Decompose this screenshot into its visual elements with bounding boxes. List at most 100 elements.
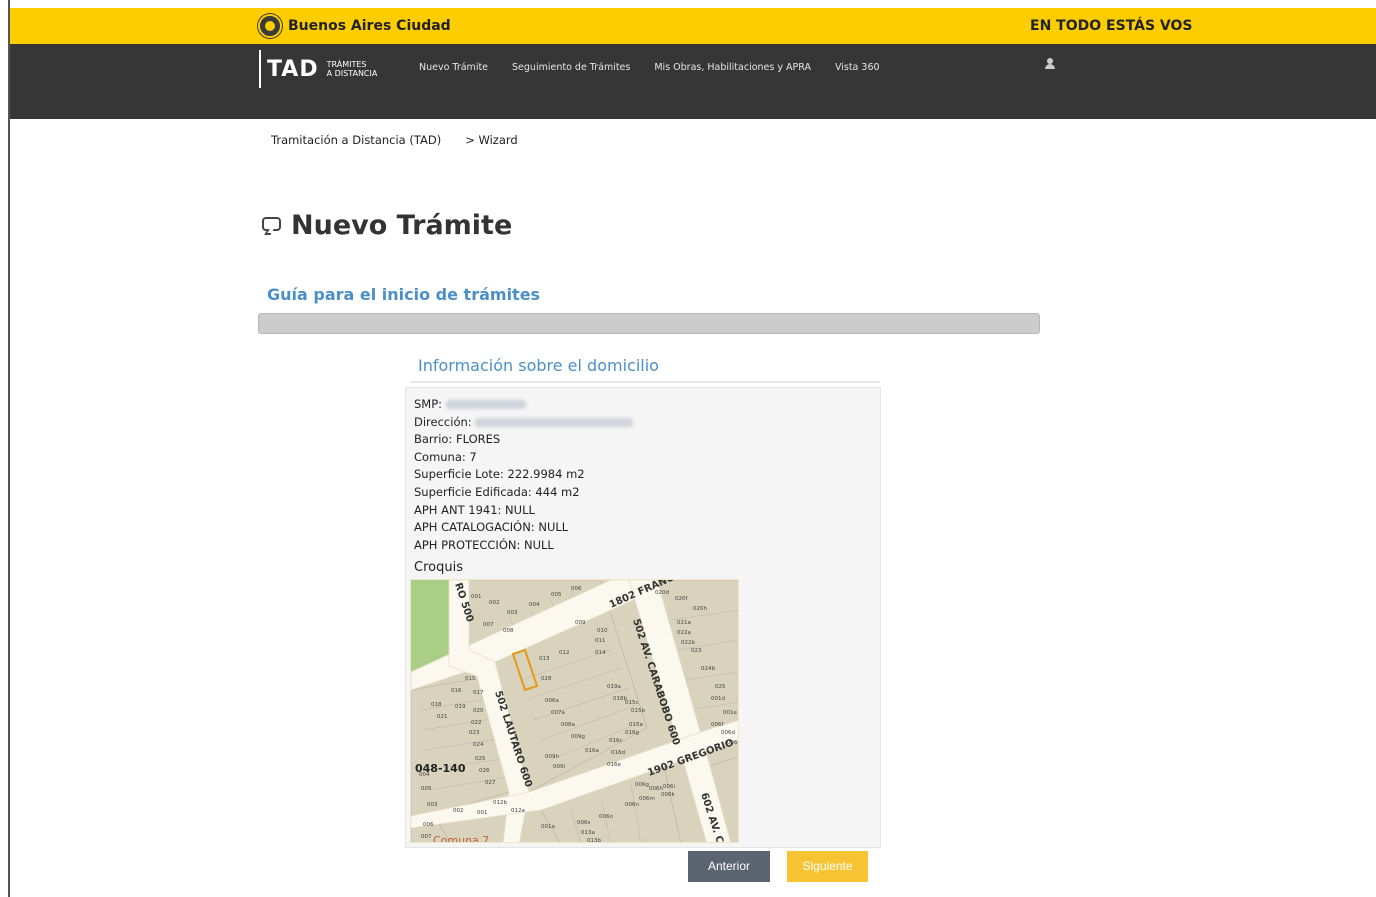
breadcrumb-current: > Wizard [465,133,518,147]
tad-logo[interactable]: TAD TRÁMITES A DISTANCIA [259,50,377,88]
wizard-progress-bar [258,313,1040,334]
parcel-number-label: 020d [655,590,669,596]
direccion-label: Dirección: [414,414,472,429]
nav-items: Nuevo Trámite Seguimiento de Trámites Mi… [419,62,880,73]
parcel-number-label: 011 [595,638,606,644]
parcel-number-label: 006n [625,802,639,808]
parcel-number-label: 009 [575,620,586,626]
parcel-number-label: 010 [597,628,608,634]
parcel-number-label: 022b [681,640,695,646]
user-icon[interactable] [1044,58,1056,70]
smp-label: SMP: [414,397,443,411]
parcel-number-label: 002 [489,600,500,606]
parcel-number-label: 012 [559,650,570,656]
parcel-number-label: 015b [631,708,645,714]
logo-sub-line-1: TRÁMITES [326,60,367,69]
nav-item-mis-obras[interactable]: Mis Obras, Habilitaciones y APRA [654,62,811,73]
address-info-title: Información sobre el domicilio [418,356,659,375]
parcel-number-label: 016e [607,762,621,768]
parcel-number-label: 007a [551,710,565,716]
top-bar: Buenos Aires Ciudad EN TODO ESTÁS VOS [10,8,1376,44]
smp-redacted [445,400,526,409]
city-seal-icon [258,14,282,38]
parcel-number-label: 021 [437,714,448,720]
parcel-number-label: 021a [677,620,691,626]
aph-proteccion-line: APH PROTECCIÓN: NULL [414,537,554,552]
parcel-number-label: 023 [691,648,702,654]
superficie-lote-line: Superficie Lote: 222.9984 m2 [414,467,585,482]
parcel-number-label: 013 [539,656,550,662]
parcel-number-label: 014 [595,650,606,656]
parcel-number-label: 027 [485,780,496,786]
parcel-number-label: 004 [419,772,430,778]
parcel-number-label: 006 [423,822,434,828]
parcel-number-label: 013b [587,838,601,843]
parcel-number-label: 018b [613,696,627,702]
parcel-number-label: 016a [585,748,599,754]
chat-bubble-icon [261,216,283,236]
parcel-number-label: 016d [611,750,625,756]
parcel-number-label: 019a [607,684,621,690]
parcel-number-label: 024b [701,666,715,672]
logo-main: TAD [267,56,319,82]
comuna-map-label: Comuna 7 [433,834,489,843]
parcel-number-label: 020h [693,606,707,612]
parcel-number-label: 013a [581,830,595,836]
superficie-edificada-line: Superficie Edificada: 444 m2 [414,484,580,499]
parcel-number-label: 006m [639,796,655,802]
parcel-number-label: 006i [663,784,675,790]
barrio-line: Barrio: FLORES [414,432,501,447]
city-brand[interactable]: Buenos Aires Ciudad [258,8,451,44]
parcel-number-label: 012b [493,800,507,806]
parcel-number-label: 001e [723,710,737,716]
nav-item-seguimiento[interactable]: Seguimiento de Trámites [512,62,630,73]
address-info-lines: SMP: Dirección: Barrio: FLORES Comuna: 7… [414,396,634,554]
direccion-line: Dirección: [414,414,634,432]
logo-subtitle: TRÁMITES A DISTANCIA [327,60,378,78]
logo-bar [259,50,261,88]
nav-item-nuevo-tramite[interactable]: Nuevo Trámite [419,62,488,73]
map-svg: 1802 FRANCI 502 AV. CARABOBO 600 502 LAU… [411,580,738,843]
page-title: Nuevo Trámite [291,210,513,241]
parcel-number-label: 025 [475,756,486,762]
address-info-panel: SMP: Dirección: Barrio: FLORES Comuna: 7… [405,387,881,848]
parcel-number-label: 006g [635,782,649,788]
breadcrumb-home[interactable]: Tramitación a Distancia (TAD) [271,133,441,147]
parcel-number-label: 022a [677,630,691,636]
parcel-number-label: 009h [545,754,559,760]
user-icon-body [1045,64,1055,69]
parcel-number-label: 007 [483,622,494,628]
parcel-number-label: 016g [625,730,639,736]
parcel-number-label: 003 [507,610,518,616]
nav-item-vista-360[interactable]: Vista 360 [835,62,880,73]
parcel-number-label: 001 [471,594,482,600]
parcel-number-label: 008 [503,628,514,634]
parcel-number-label: 006a [545,698,559,704]
aph-catalogacion-line: APH CATALOGACIÓN: NULL [414,520,569,535]
logo-sub-line-2: A DISTANCIA [326,69,378,78]
parcel-number-label: 016c [609,738,623,744]
parcel-number-label: 026 [479,768,490,774]
parcel-number-label: 006o [599,814,613,820]
section-divider [410,381,880,383]
parcel-number-label: 028 [541,676,552,682]
parcel-number-label: 022 [471,720,482,726]
parcel-number-label: 016 [451,688,462,694]
croquis-map[interactable]: 1802 FRANCI 502 AV. CARABOBO 600 502 LAU… [410,579,739,843]
smp-line: SMP: [414,396,633,414]
comuna-line: Comuna: 7 [414,449,477,464]
window-border [8,0,10,897]
parcel-number-label: 012a [511,808,525,814]
parcel-number-label: 004 [529,602,540,608]
siguiente-button[interactable]: Siguiente [787,851,868,882]
parcel-number-label: 002 [453,808,464,814]
parcel-number-label: 019 [455,704,466,710]
parcel-number-label: 024 [473,742,484,748]
parcel-number-label: 005 [551,592,562,598]
parcel-number-label: 001d [711,696,725,702]
parcel-number-label: 007 [421,834,432,840]
breadcrumb: Tramitación a Distancia (TAD) > Wizard [271,133,518,147]
main-nav: TAD TRÁMITES A DISTANCIA Nuevo Trámite S… [10,44,1376,119]
parcel-number-label: 006f [711,722,724,728]
anterior-button[interactable]: Anterior [688,851,770,882]
